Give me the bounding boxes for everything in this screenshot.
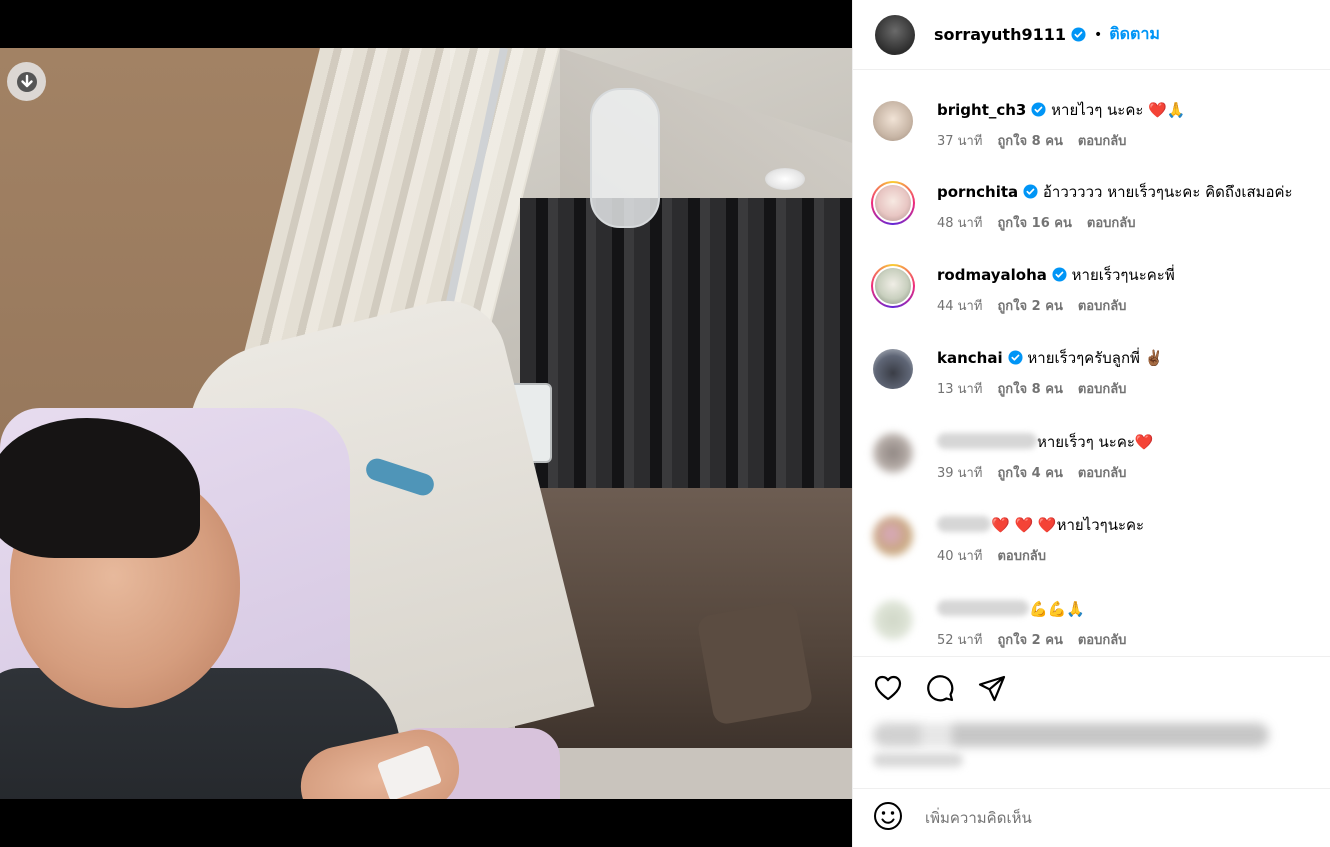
- heart-icon[interactable]: [873, 673, 903, 703]
- author-avatar[interactable]: [875, 14, 915, 55]
- reply-button[interactable]: ตอบกลับ: [1078, 299, 1127, 314]
- commenter-avatar[interactable]: [873, 516, 913, 556]
- comment-time[interactable]: 48 นาที: [937, 216, 982, 231]
- comment-likes[interactable]: ถูกใจ 8 คน: [997, 382, 1062, 397]
- author-username[interactable]: sorrayuth9111: [934, 25, 1066, 44]
- post-date-blurred: [873, 753, 963, 767]
- download-arrow-icon[interactable]: [7, 62, 46, 101]
- comment-composer: เพิ่มความคิดเห็น: [853, 788, 1330, 847]
- comment-likes[interactable]: ถูกใจ 2 คน: [997, 633, 1062, 648]
- comment-text: หายเร็วๆนะคะพี่: [1071, 266, 1175, 284]
- commenter-avatar[interactable]: [873, 101, 913, 141]
- comment-likes[interactable]: ถูกใจ 16 คน: [997, 216, 1071, 231]
- post-header: sorrayuth9111 • ติดตาม: [853, 0, 1330, 70]
- verified-badge-icon: [1008, 350, 1023, 365]
- story-ring[interactable]: [871, 181, 915, 225]
- comment-text: อ้าววววว หายเร็วๆนะคะ คิดถึงเสมอค่ะ: [1042, 183, 1293, 201]
- comment-time[interactable]: 13 นาที: [937, 382, 982, 397]
- commenter-username-blurred[interactable]: [937, 600, 1029, 616]
- list-item: kanchai หายเร็วๆครับลูกพี่ ✌🏾 13 นาที ถูก…: [871, 347, 1330, 399]
- photo-sofa-cushion: [696, 600, 814, 726]
- reply-button[interactable]: ตอบกลับ: [1078, 134, 1127, 149]
- smiley-icon[interactable]: [873, 801, 903, 835]
- comment-time[interactable]: 39 นาที: [937, 466, 982, 481]
- follow-button[interactable]: ติดตาม: [1109, 22, 1160, 47]
- likes-summary-blurred: [873, 723, 1269, 747]
- commenter-avatar[interactable]: [873, 266, 913, 306]
- commenter-username[interactable]: rodmayaloha: [937, 266, 1047, 284]
- list-item: rodmayaloha หายเร็วๆนะคะพี่ 44 นาที ถูกใจ…: [871, 264, 1330, 316]
- reply-button[interactable]: ตอบกลับ: [1078, 382, 1127, 397]
- verified-badge-icon: [1031, 102, 1046, 117]
- comment-time[interactable]: 40 นาที: [937, 549, 982, 564]
- post-photo[interactable]: [0, 48, 852, 799]
- commenter-username[interactable]: kanchai: [937, 349, 1003, 367]
- verified-badge-icon: [1052, 267, 1067, 282]
- comment-text: 💪💪🙏: [1029, 600, 1086, 618]
- verified-badge-icon: [1023, 184, 1038, 199]
- comment-text: หายเร็วๆ นะคะ❤️: [1037, 433, 1154, 451]
- reply-button[interactable]: ตอบกลับ: [997, 549, 1046, 564]
- list-item: bright_ch3 หายไวๆ นะคะ ❤️🙏 37 นาที ถูกใจ …: [871, 99, 1330, 151]
- header-separator: •: [1094, 26, 1103, 43]
- reply-button[interactable]: ตอบกลับ: [1078, 633, 1127, 648]
- paper-plane-icon[interactable]: [977, 673, 1007, 703]
- comment-bubble-icon[interactable]: [925, 673, 955, 703]
- comment-likes[interactable]: ถูกใจ 2 คน: [997, 299, 1062, 314]
- commenter-avatar[interactable]: [873, 349, 913, 389]
- list-item: 💪💪🙏 52 นาที ถูกใจ 2 คน ตอบกลับ: [871, 598, 1330, 650]
- commenter-username-blurred[interactable]: [937, 516, 991, 532]
- list-item: pornchita อ้าววววว หายเร็วๆนะคะ คิดถึงเส…: [871, 181, 1330, 233]
- comment-text: หายเร็วๆครับลูกพี่ ✌🏾: [1027, 349, 1164, 367]
- comment-text: หายไวๆ นะคะ ❤️🙏: [1051, 101, 1186, 119]
- reply-button[interactable]: ตอบกลับ: [1078, 466, 1127, 481]
- post-actions: [853, 656, 1330, 788]
- photo-lamp: [765, 168, 805, 190]
- list-item: หายเร็วๆ นะคะ❤️ 39 นาที ถูกใจ 4 คน ตอบกลับ: [871, 431, 1330, 483]
- comment-likes[interactable]: ถูกใจ 8 คน: [997, 134, 1062, 149]
- commenter-username[interactable]: bright_ch3: [937, 101, 1026, 119]
- comment-time[interactable]: 44 นาที: [937, 299, 982, 314]
- commenter-username[interactable]: pornchita: [937, 183, 1018, 201]
- reply-button[interactable]: ตอบกลับ: [1087, 216, 1136, 231]
- comment-time[interactable]: 52 นาที: [937, 633, 982, 648]
- comment-text: ❤️ ❤️ ❤️หายไวๆนะคะ: [991, 516, 1145, 534]
- commenter-avatar[interactable]: [873, 600, 913, 640]
- photo-iv-bag: [590, 88, 660, 228]
- story-ring[interactable]: [871, 264, 915, 308]
- list-item: ❤️ ❤️ ❤️หายไวๆนะคะ 40 นาที ตอบกลับ: [871, 514, 1330, 566]
- commenter-avatar[interactable]: [873, 433, 913, 473]
- post-media-panel: [0, 0, 852, 847]
- comment-time[interactable]: 37 นาที: [937, 134, 982, 149]
- commenter-username-blurred[interactable]: [937, 433, 1037, 449]
- commenter-avatar[interactable]: [873, 183, 913, 223]
- post-sidebar: sorrayuth9111 • ติดตาม bright_ch3 หายไวๆ…: [852, 0, 1330, 847]
- verified-badge-icon: [1071, 27, 1086, 42]
- comment-list[interactable]: bright_ch3 หายไวๆ นะคะ ❤️🙏 37 นาทีถูกใจ …: [853, 70, 1330, 656]
- comment-likes[interactable]: ถูกใจ 4 คน: [997, 466, 1062, 481]
- comment-input[interactable]: เพิ่มความคิดเห็น: [925, 806, 1032, 830]
